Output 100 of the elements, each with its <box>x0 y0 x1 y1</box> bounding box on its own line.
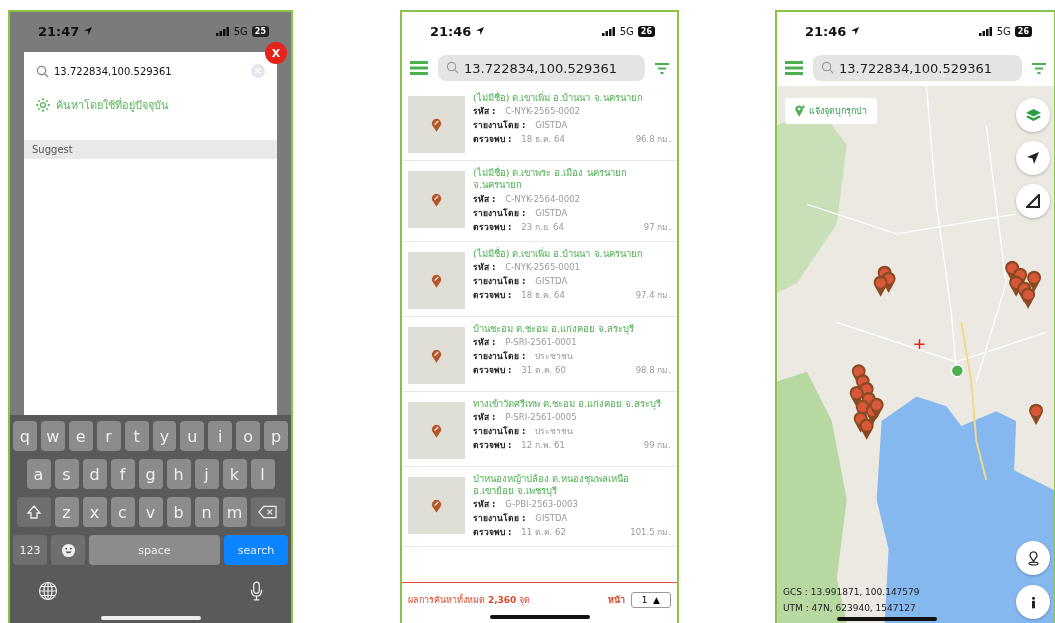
close-button[interactable]: X <box>265 42 287 64</box>
result-item[interactable]: ป่าหนองหญ้าปล้อง ต.หนองชุมพลเหนือ อ.เขาย้อย จ.เพชรบุรี รหัส : G-PBI-2563-0003 รายงานโดย : GISTDA ตรวจพบ : 11 ต.ค. 62 101.5 กม. <box>402 466 677 548</box>
result-item[interactable]: (ไม่มีชื่อ) ต.เขาพระ อ.เมือง นครนายก จ.นครนายก รหัส : C-NYK-2564-0002 รายงานโดย : GISTDA ตรวจพบ : 23 ก.ย. 64 97 กม. <box>402 161 677 242</box>
utm-coordinates: UTM : 47N, 623940, 1547127 <box>783 603 917 613</box>
backspace-key[interactable] <box>250 497 285 527</box>
map-pin-icon <box>431 192 442 207</box>
letter-key[interactable]: s <box>54 459 79 489</box>
field-value: 12 ก.พ. 61 <box>521 439 565 453</box>
result-item[interactable]: (ไม่มีชื่อ) ต.เขาเพิ่ม อ.บ้านนา จ.นครนายก รหัส : C-NYK-2565-0002 รายงานโดย : GISTDA ตรวจพบ : 18 ธ.ค. 64 96.8 กม. <box>402 86 677 161</box>
shift-arrow-icon <box>25 504 42 520</box>
field-value: C-NYK-2564-0002 <box>505 192 580 206</box>
letter-key[interactable]: r <box>96 421 121 451</box>
result-item[interactable]: บ้านชะอม ต.ชะอม อ.แก่งคอย จ.สระบุรี รหัส : P-SRI-2561-0001 รายงานโดย : ประชาชน ตรวจพบ : 31 ต.ค. 60 98.8 กม. <box>402 316 677 392</box>
result-title: บ้านชะอม ต.ชะอม อ.แก่งคอย จ.สระบุรี <box>473 322 636 336</box>
field-label: ตรวจพบ : <box>473 289 512 303</box>
field-value: GISTDA <box>535 512 568 526</box>
menu-icon[interactable] <box>785 61 803 75</box>
letter-key[interactable]: h <box>166 459 191 489</box>
field-label: รายงานโดย : <box>473 425 526 439</box>
status-time: 21:46 <box>805 23 847 39</box>
field-label: ตรวจพบ : <box>473 439 512 453</box>
letter-key[interactable]: t <box>124 421 149 451</box>
search-key[interactable]: search <box>224 535 288 565</box>
battery-level: 25 <box>251 25 269 37</box>
field-label: รหัส : <box>473 105 496 119</box>
field-value: 18 ธ.ค. 64 <box>521 133 565 147</box>
letter-key[interactable]: c <box>110 497 135 527</box>
search-field[interactable]: 13.722834,100.529361 <box>813 55 1022 81</box>
status-time: 21:46 <box>430 23 472 39</box>
letter-key[interactable]: j <box>194 459 219 489</box>
map-marker[interactable] <box>873 275 888 297</box>
numbers-key[interactable]: 123 <box>13 535 47 565</box>
microphone-icon[interactable] <box>250 581 263 602</box>
search-icon <box>36 64 49 78</box>
report-encroachment-button[interactable]: แจ้งจุดบุกรุกป่า <box>785 98 877 124</box>
space-key[interactable]: space <box>89 535 220 565</box>
letter-key[interactable]: q <box>12 421 37 451</box>
suggest-header: Suggest <box>24 140 277 159</box>
result-count: ผลการค้นหาทั้งหมด 2,360 จุด <box>408 593 531 607</box>
result-item[interactable]: (ไม่มีชื่อ) ต.เขาเพิ่ม อ.บ้านนา จ.นครนายก รหัส : C-NYK-2565-0001 รายงานโดย : GISTDA ตรวจพบ : 18 ธ.ค. 64 97.4 กม. <box>402 241 677 317</box>
letter-key[interactable]: i <box>208 421 233 451</box>
distance: 101.5 กม. <box>630 526 671 540</box>
emoji-key[interactable] <box>51 535 85 565</box>
map-marker[interactable] <box>1027 270 1042 292</box>
letter-key[interactable]: u <box>180 421 205 451</box>
letter-key[interactable]: v <box>138 497 163 527</box>
letter-key[interactable]: l <box>250 459 275 489</box>
map-drawing[interactable] <box>777 86 1054 623</box>
current-location-dot <box>950 364 965 378</box>
letter-key[interactable]: o <box>236 421 261 451</box>
letter-key[interactable]: a <box>26 459 51 489</box>
smiley-icon <box>60 542 76 558</box>
field-value: P-SRI-2561-0005 <box>505 411 577 425</box>
letter-key[interactable]: m <box>222 497 247 527</box>
field-label: ตรวจพบ : <box>473 526 512 540</box>
letter-key[interactable]: g <box>138 459 163 489</box>
letter-key[interactable]: k <box>222 459 247 489</box>
distance: 97.4 กม. <box>635 289 671 303</box>
field-value: C-NYK-2565-0002 <box>505 105 580 119</box>
letter-key[interactable]: x <box>82 497 107 527</box>
letter-key[interactable]: y <box>152 421 177 451</box>
map-marker[interactable] <box>859 418 874 440</box>
network-label: 5G <box>996 25 1011 37</box>
map-marker[interactable] <box>1021 287 1036 309</box>
filter-icon[interactable] <box>1032 62 1046 74</box>
map-marker[interactable] <box>869 397 884 420</box>
filter-icon[interactable] <box>655 62 669 74</box>
letter-key[interactable]: z <box>54 497 79 527</box>
letter-key[interactable]: n <box>194 497 219 527</box>
layers-icon <box>1025 108 1041 122</box>
letter-key[interactable]: e <box>68 421 93 451</box>
map-marker[interactable] <box>1029 403 1044 425</box>
letter-key[interactable]: w <box>40 421 65 451</box>
map-pin-icon <box>431 497 442 513</box>
current-location-option[interactable]: ค้นหาโดยใช้ที่อยู่ปัจจุบัน <box>56 96 169 114</box>
result-item[interactable]: ทางเข้าวัดศรีเทพ ต.ชะอม อ.แก่งคอย จ.สระบุรี รหัส : P-SRI-2561-0005 รายงานโดย : ประชาชน ตรวจพบ : 12 ก.พ. 61 99 กม. <box>402 391 677 467</box>
map-pin-icon <box>431 422 442 438</box>
globe-icon[interactable] <box>38 581 58 601</box>
letter-key[interactable]: b <box>166 497 191 527</box>
field-value: P-SRI-2561-0001 <box>505 336 577 350</box>
distance: 99 กม. <box>643 439 671 453</box>
signal-icon <box>215 26 230 36</box>
navigation-arrow-icon <box>1026 151 1040 165</box>
shift-key[interactable] <box>16 497 51 527</box>
search-field[interactable]: 13.722834,100.529361 <box>438 55 645 81</box>
field-label: รหัส : <box>473 261 496 275</box>
network-label: 5G <box>619 25 634 37</box>
letter-key[interactable]: f <box>110 459 135 489</box>
status-time: 21:47 <box>38 23 80 39</box>
page-select[interactable]: 1 ▲ <box>630 592 671 608</box>
letter-key[interactable]: d <box>82 459 107 489</box>
battery-level: 26 <box>1014 25 1032 37</box>
map-pin-icon <box>431 117 442 132</box>
result-title: (ไม่มีชื่อ) ต.เขาเพิ่ม อ.บ้านนา จ.นครนายก <box>473 247 644 261</box>
map-pin-icon <box>795 105 805 117</box>
menu-icon[interactable] <box>410 61 428 75</box>
search-icon <box>821 61 834 74</box>
letter-key[interactable]: p <box>264 421 289 451</box>
search-input[interactable]: 13.722834,100.529361 <box>54 65 246 77</box>
field-label: ตรวจพบ : <box>473 364 512 378</box>
